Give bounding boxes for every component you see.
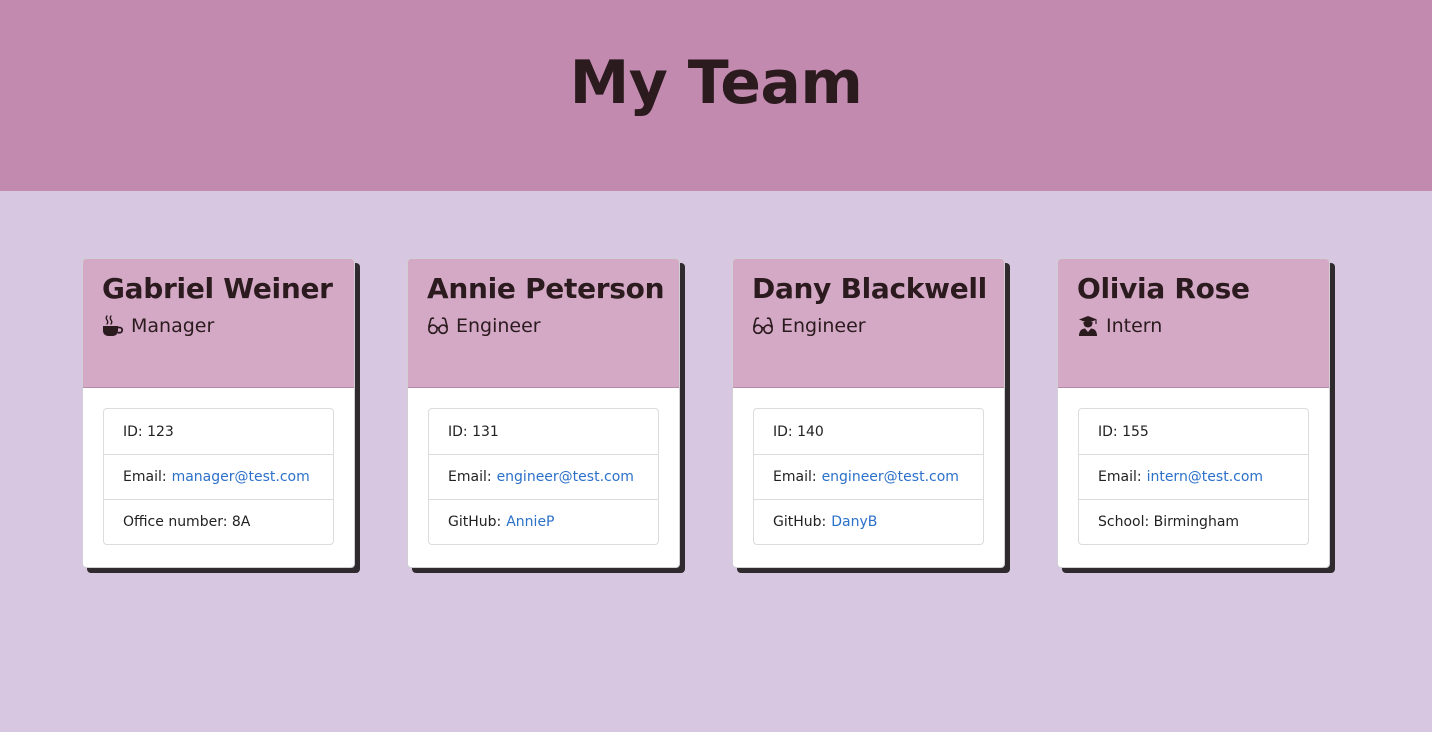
detail-school: School: Birmingham [1079, 499, 1308, 544]
id-value: 140 [797, 423, 824, 440]
office-number-label: Office number: [123, 514, 228, 530]
detail-id: ID: 131 [429, 409, 658, 454]
team-cards: Gabriel Weiner Manager ID: 123 Email: ma… [0, 0, 1432, 732]
detail-email: Email: intern@test.com [1079, 454, 1308, 499]
github-label: GitHub: [448, 514, 502, 530]
detail-email: Email: manager@test.com [104, 454, 333, 499]
card-body: ID: 155 Email: intern@test.com School: Bi… [1058, 388, 1329, 545]
github-link[interactable]: DanyB [831, 514, 877, 530]
role-label: Engineer [781, 315, 866, 337]
role-label: Intern [1106, 315, 1163, 337]
id-value: 131 [472, 423, 499, 440]
card-header: Annie Peterson Engineer [408, 259, 679, 388]
employee-role: Manager [102, 312, 335, 340]
id-label: ID: [448, 423, 468, 440]
employee-details: ID: 123 Email: manager@test.com Office nu… [103, 408, 334, 545]
employee-role: Engineer [752, 312, 985, 340]
email-link[interactable]: engineer@test.com [822, 469, 959, 485]
role-label: Engineer [456, 315, 541, 337]
detail-office-number: Office number: 8A [104, 499, 333, 544]
employee-name: Gabriel Weiner [102, 272, 333, 305]
email-link[interactable]: engineer@test.com [497, 469, 634, 485]
school-value: Birmingham [1153, 514, 1240, 530]
card-body: ID: 131 Email: engineer@test.com GitHub: A… [408, 388, 679, 545]
employee-card-manager: Gabriel Weiner Manager ID: 123 Email: ma… [82, 258, 355, 568]
detail-email: Email: engineer@test.com [754, 454, 983, 499]
employee-role: Intern [1077, 312, 1310, 340]
employee-details: ID: 140 Email: engineer@test.com GitHub: D… [753, 408, 984, 545]
card-header: Gabriel Weiner Manager [83, 259, 354, 388]
card-header: Olivia Rose Intern [1058, 259, 1329, 388]
employee-details: ID: 131 Email: engineer@test.com GitHub: A… [428, 408, 659, 545]
employee-card-engineer: Annie Peterson Engineer ID: 131 Email: e… [407, 258, 680, 568]
detail-github: GitHub: AnnieP [429, 499, 658, 544]
employee-card-engineer: Dany Blackwell Engineer ID: 140 Email: e… [732, 258, 1005, 568]
glasses-icon [752, 315, 774, 337]
detail-id: ID: 155 [1079, 409, 1308, 454]
id-label: ID: [123, 423, 143, 440]
email-label: Email: [123, 469, 167, 485]
employee-card-intern: Olivia Rose Intern ID: 155 Email: intern… [1057, 258, 1330, 568]
detail-id: ID: 123 [104, 409, 333, 454]
card-body: ID: 123 Email: manager@test.com Office nu… [83, 388, 354, 545]
detail-github: GitHub: DanyB [754, 499, 983, 544]
card-header: Dany Blackwell Engineer [733, 259, 1004, 388]
id-label: ID: [773, 423, 793, 440]
detail-id: ID: 140 [754, 409, 983, 454]
email-link[interactable]: intern@test.com [1147, 469, 1263, 485]
email-link[interactable]: manager@test.com [172, 469, 310, 485]
card-body: ID: 140 Email: engineer@test.com GitHub: D… [733, 388, 1004, 545]
role-label: Manager [131, 315, 215, 337]
detail-email: Email: engineer@test.com [429, 454, 658, 499]
github-label: GitHub: [773, 514, 827, 530]
employee-name: Dany Blackwell [752, 272, 987, 305]
coffee-mug-icon [102, 315, 124, 337]
employee-name: Annie Peterson [427, 272, 665, 305]
glasses-icon [427, 315, 449, 337]
office-number-value: 8A [231, 514, 251, 530]
employee-details: ID: 155 Email: intern@test.com School: Bi… [1078, 408, 1309, 545]
school-label: School: [1098, 514, 1150, 530]
email-label: Email: [448, 469, 492, 485]
id-value: 123 [147, 423, 174, 440]
github-link[interactable]: AnnieP [506, 514, 554, 530]
employee-role: Engineer [427, 312, 660, 340]
employee-name: Olivia Rose [1077, 272, 1250, 305]
email-label: Email: [773, 469, 817, 485]
id-value: 155 [1122, 423, 1149, 440]
graduate-icon [1077, 315, 1099, 337]
id-label: ID: [1098, 423, 1118, 440]
email-label: Email: [1098, 469, 1142, 485]
